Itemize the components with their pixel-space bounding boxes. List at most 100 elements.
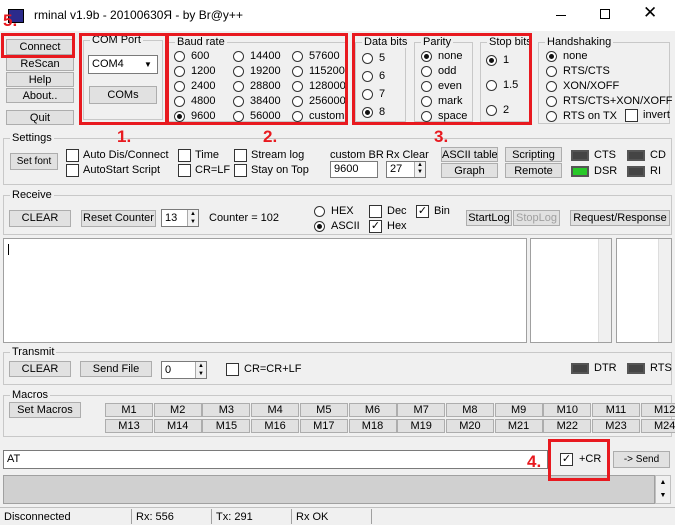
macro-button-m23[interactable]: M23	[592, 419, 640, 433]
transmit-clear-button[interactable]: CLEAR	[9, 361, 71, 377]
handshaking-label-rts-cts: RTS/CTS	[563, 65, 610, 77]
auto-dis-label: Auto Dis/Connect	[83, 149, 169, 161]
macro-button-m10[interactable]: M10	[543, 403, 592, 417]
macro-button-m21[interactable]: M21	[494, 419, 543, 433]
hex-radio[interactable]	[314, 206, 325, 217]
macro-button-m13[interactable]: M13	[105, 419, 153, 433]
stream-log-checkbox[interactable]	[234, 149, 247, 162]
receive-text-area[interactable]	[3, 238, 527, 343]
auto-start-label: AutoStart Script	[83, 164, 161, 176]
custom-br-input[interactable]: 9600	[330, 161, 378, 178]
startlog-button[interactable]: StartLog	[466, 210, 512, 226]
macro-button-m9[interactable]: M9	[494, 403, 543, 417]
time-label: Time	[195, 149, 220, 161]
bin-checkbox[interactable]: ✓	[416, 205, 429, 218]
close-icon[interactable]: ✕	[643, 3, 657, 23]
ascii-radio[interactable]	[314, 221, 325, 232]
hex-checkbox[interactable]: ✓	[369, 220, 382, 233]
handshaking-radio-none[interactable]	[546, 51, 557, 62]
handshaking-radio-rts-cts-xon-xoff[interactable]	[546, 96, 557, 107]
handshaking-label-rts-cts-xon-xoff: RTS/CTS+XON/XOFF	[563, 95, 673, 107]
handshaking-radio-rts-cts[interactable]	[546, 66, 557, 77]
transmit-legend: Transmit	[10, 346, 57, 358]
invert-checkbox[interactable]	[625, 109, 638, 122]
macro-button-m15[interactable]: M15	[202, 419, 251, 433]
cd-led	[627, 150, 645, 161]
cr-crlf-checkbox[interactable]	[226, 363, 239, 376]
auto-dis-checkbox[interactable]	[66, 149, 79, 162]
remote-button[interactable]: Remote	[505, 163, 562, 178]
handshaking-legend: Handshaking	[545, 36, 614, 48]
ri-label: RI	[650, 165, 661, 177]
reset-counter-button[interactable]: Reset Counter	[81, 210, 156, 227]
hex-radio-label: HEX	[331, 205, 354, 217]
macro-button-m14[interactable]: M14	[153, 419, 202, 433]
macro-button-m4[interactable]: M4	[251, 403, 300, 417]
send-input-value: AT	[7, 453, 21, 465]
stay-on-top-label: Stay on Top	[251, 164, 309, 176]
send-button[interactable]: -> Send	[613, 451, 670, 468]
macro-button-m16[interactable]: M16	[251, 419, 300, 433]
receive-hex-scrollbar[interactable]	[598, 239, 611, 342]
stoplog-button: StopLog	[513, 210, 560, 226]
crlf-checkbox[interactable]	[178, 164, 191, 177]
scripting-button[interactable]: Scripting	[505, 147, 562, 162]
macro-button-m5[interactable]: M5	[299, 403, 348, 417]
stay-on-top-checkbox[interactable]	[234, 164, 247, 177]
macro-button-m2[interactable]: M2	[153, 403, 202, 417]
output-scrollbar[interactable]: ▲ ▼	[655, 475, 671, 504]
ascii-table-button[interactable]: ASCII table	[441, 147, 498, 162]
rx-clear-input[interactable]: 27 ▲ ▼	[386, 161, 426, 178]
set-font-button[interactable]: Set font	[10, 153, 58, 170]
macro-button-m11[interactable]: M11	[592, 403, 640, 417]
dtr-label: DTR	[594, 362, 617, 374]
handshaking-radio-rts-on-tx[interactable]	[546, 111, 557, 122]
macro-button-m17[interactable]: M17	[299, 419, 348, 433]
status-tx: Tx: 291	[216, 511, 253, 523]
bin-label: Bin	[434, 205, 450, 217]
macro-button-m24[interactable]: M24	[640, 419, 675, 433]
rescan-button[interactable]: ReScan	[6, 56, 74, 71]
rx-clear-spinner[interactable]: ▲ ▼	[414, 162, 425, 177]
counter-spin[interactable]: 13 ▲ ▼	[161, 209, 199, 227]
macro-button-m8[interactable]: M8	[445, 403, 494, 417]
dec-checkbox[interactable]	[369, 205, 382, 218]
macro-button-m6[interactable]: M6	[348, 403, 397, 417]
macro-button-m18[interactable]: M18	[348, 419, 397, 433]
macro-button-m20[interactable]: M20	[445, 419, 494, 433]
cts-label: CTS	[594, 149, 616, 161]
auto-start-checkbox[interactable]	[66, 164, 79, 177]
quit-button[interactable]: Quit	[6, 110, 74, 125]
macro-button-m22[interactable]: M22	[543, 419, 592, 433]
maximize-icon[interactable]	[600, 9, 610, 19]
macro-button-m19[interactable]: M19	[397, 419, 446, 433]
transmit-spin[interactable]: 0 ▲ ▼	[161, 361, 207, 379]
macro-button-m1[interactable]: M1	[105, 403, 153, 417]
status-connection: Disconnected	[4, 511, 71, 523]
graph-button[interactable]: Graph	[441, 163, 498, 178]
dtr-led[interactable]	[571, 363, 589, 374]
minimize-icon[interactable]	[556, 15, 566, 16]
time-checkbox[interactable]	[178, 149, 191, 162]
send-file-button[interactable]: Send File	[80, 361, 152, 377]
ascii-radio-label: ASCII	[331, 220, 360, 232]
receive-bin-scrollbar[interactable]	[658, 239, 671, 342]
annotation-box-3	[352, 33, 532, 125]
rts-led[interactable]	[627, 363, 645, 374]
handshaking-radio-xon-xoff[interactable]	[546, 81, 557, 92]
status-divider-3	[291, 509, 292, 524]
receive-clear-button[interactable]: CLEAR	[9, 210, 71, 227]
rx-clear-label: Rx Clear	[386, 149, 429, 161]
set-macros-button[interactable]: Set Macros	[9, 402, 81, 418]
request-response-button[interactable]: Request/Response	[570, 210, 670, 226]
about-button[interactable]: About..	[6, 88, 74, 103]
macro-button-m3[interactable]: M3	[202, 403, 251, 417]
help-button[interactable]: Help	[6, 72, 74, 87]
send-input[interactable]: AT	[3, 450, 548, 469]
annotation-box-1	[79, 33, 168, 125]
macro-button-m7[interactable]: M7	[397, 403, 446, 417]
macro-button-m12[interactable]: M12	[640, 403, 675, 417]
counter-spinner[interactable]: ▲ ▼	[187, 210, 198, 226]
annotation-box-4	[548, 439, 610, 481]
transmit-spinner[interactable]: ▲ ▼	[195, 362, 206, 378]
